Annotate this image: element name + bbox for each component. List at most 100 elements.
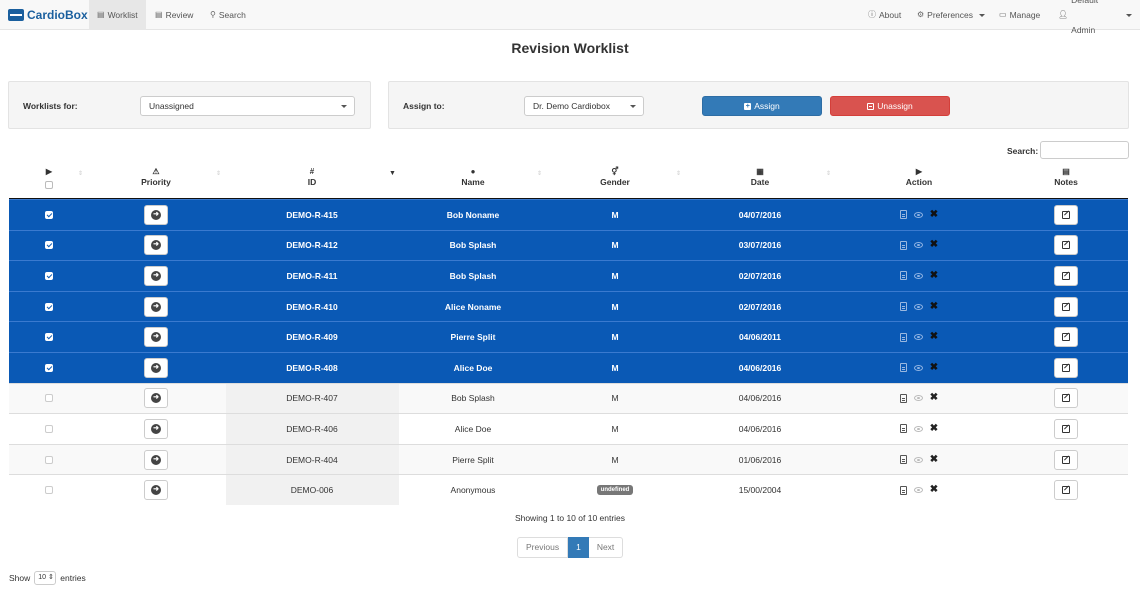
priority-button[interactable]: ➜ [144, 449, 168, 470]
row-checkbox[interactable] [45, 302, 53, 311]
eye-icon[interactable] [913, 395, 923, 402]
table-row[interactable]: ➜ DEMO-R-409 Pierre Split M 04/06/2011 ✖ [9, 321, 1128, 352]
eye-icon[interactable] [913, 364, 923, 371]
edit-note-button[interactable] [1054, 480, 1078, 501]
table-row[interactable]: ➜ DEMO-006 Anonymous undefined 15/00/200… [9, 474, 1128, 505]
row-checkbox[interactable] [45, 363, 53, 372]
priority-button[interactable]: ➜ [144, 296, 168, 317]
nav-worklist[interactable]: ▤ Worklist [89, 0, 146, 30]
nav-preferences-label: Preferences [927, 10, 974, 20]
priority-button[interactable]: ➜ [144, 418, 168, 439]
report-icon[interactable] [899, 271, 907, 281]
report-icon[interactable] [899, 240, 907, 250]
eye-icon[interactable] [913, 425, 923, 432]
edit-note-button[interactable] [1054, 388, 1078, 409]
report-icon[interactable] [899, 363, 907, 373]
pagination-previous[interactable]: Previous [517, 537, 569, 558]
row-checkbox[interactable] [45, 271, 53, 280]
report-icon[interactable] [899, 424, 907, 434]
assign-to-select[interactable]: Dr. Demo Cardiobox [524, 96, 644, 116]
select-all-checkbox[interactable] [45, 181, 53, 189]
nav-search[interactable]: ⚲ Search [202, 0, 254, 30]
report-icon[interactable] [899, 210, 907, 220]
priority-button[interactable]: ➜ [144, 357, 168, 378]
eye-icon[interactable] [913, 334, 923, 341]
eye-icon[interactable] [913, 303, 923, 310]
priority-button[interactable]: ➜ [144, 204, 168, 225]
nav-preferences[interactable]: ⚙ Preferences [909, 0, 993, 30]
row-checkbox[interactable] [45, 210, 53, 219]
name-column-header[interactable]: ● Name [436, 167, 510, 187]
table-row[interactable]: ➜ DEMO-R-406 Alice Doe M 04/06/2016 ✖ [9, 413, 1128, 444]
report-icon[interactable] [899, 393, 907, 403]
edit-note-button[interactable] [1054, 296, 1078, 317]
assign-button[interactable]: + Assign [702, 96, 822, 116]
priority-button[interactable]: ➜ [144, 388, 168, 409]
report-icon[interactable] [899, 332, 907, 342]
table-row[interactable]: ➜ DEMO-R-408 Alice Doe M 04/06/2016 ✖ [9, 351, 1128, 383]
eye-icon[interactable] [913, 242, 923, 249]
table-body: ➜ DEMO-R-415 Bob Noname M 04/07/2016 ✖ ➜… [9, 199, 1128, 505]
edit-note-button[interactable] [1054, 418, 1078, 439]
priority-button[interactable]: ➜ [144, 327, 168, 348]
row-checkbox[interactable] [45, 241, 53, 250]
priority-button[interactable]: ➜ [144, 480, 168, 501]
id-column-header[interactable]: # ID [275, 167, 349, 187]
edit-note-button[interactable] [1054, 204, 1078, 225]
report-icon[interactable] [899, 485, 907, 495]
pagination-page-1[interactable]: 1 [568, 537, 589, 558]
close-icon[interactable]: ✖ [930, 393, 938, 403]
pagination-next[interactable]: Next [588, 537, 624, 558]
close-icon[interactable]: ✖ [930, 209, 938, 220]
table-row[interactable]: ➜ DEMO-R-412 Bob Splash M 03/07/2016 ✖ [9, 229, 1128, 261]
priority-column-header[interactable]: ⚠ Priority [119, 167, 193, 187]
report-icon[interactable] [899, 302, 907, 312]
priority-button[interactable]: ➜ [144, 235, 168, 256]
edit-note-button[interactable] [1054, 235, 1078, 256]
eye-icon[interactable] [913, 487, 923, 494]
nav-review[interactable]: ▤ Review [147, 0, 201, 30]
search-input[interactable] [1040, 141, 1129, 159]
row-checkbox[interactable] [45, 394, 53, 403]
table-row[interactable]: ➜ DEMO-R-410 Alice Noname M 02/07/2016 ✖ [9, 290, 1128, 322]
close-icon[interactable]: ✖ [930, 362, 938, 373]
arrow-right-circle-icon: ➜ [151, 362, 161, 373]
nav-user-menu[interactable]: 👤︎ Default Admin [1050, 0, 1140, 35]
list-icon: ▭ [999, 10, 1007, 19]
gender-column-header[interactable]: ⚥ Gender [578, 167, 652, 187]
row-checkbox[interactable] [45, 455, 53, 464]
eye-icon[interactable] [913, 272, 923, 279]
unassign-button[interactable]: Unassign [830, 96, 950, 116]
nav-manage[interactable]: ▭ Manage [991, 0, 1048, 30]
eye-icon[interactable] [913, 456, 923, 463]
table-row[interactable]: ➜ DEMO-R-407 Bob Splash M 04/06/2016 ✖ [9, 382, 1128, 414]
row-checkbox[interactable] [45, 333, 53, 342]
table-row[interactable]: ➜ DEMO-R-411 Bob Splash M 02/07/2016 ✖ [9, 260, 1128, 291]
nav-about[interactable]: ⓘ About [860, 0, 909, 30]
close-icon[interactable]: ✖ [930, 270, 938, 281]
select-column-header[interactable]: ▶ [42, 167, 56, 177]
close-icon[interactable]: ✖ [930, 454, 938, 465]
edit-note-button[interactable] [1054, 449, 1078, 470]
row-checkbox[interactable] [45, 424, 53, 433]
table-row[interactable]: ➜ DEMO-R-404 Pierre Split M 01/06/2016 ✖ [9, 443, 1128, 475]
close-icon[interactable]: ✖ [930, 332, 938, 342]
close-icon[interactable]: ✖ [930, 240, 938, 250]
row-checkbox[interactable] [45, 486, 53, 495]
brand-logo[interactable]: CardioBox [8, 8, 88, 22]
page-length-select[interactable]: 10 ⇕ [34, 571, 57, 585]
worklists-for-select[interactable]: Unassigned [140, 96, 355, 116]
edit-note-button[interactable] [1054, 357, 1078, 378]
table-row[interactable]: ➜ DEMO-R-415 Bob Noname M 04/07/2016 ✖ [9, 199, 1128, 230]
eye-icon[interactable] [913, 211, 923, 218]
edit-note-button[interactable] [1054, 265, 1078, 286]
notes-cell [1029, 322, 1103, 352]
action-cell: ✖ [879, 353, 959, 383]
date-column-header[interactable]: ▦ Date [723, 167, 797, 187]
close-icon[interactable]: ✖ [930, 485, 938, 495]
close-icon[interactable]: ✖ [930, 423, 938, 434]
close-icon[interactable]: ✖ [930, 301, 938, 312]
priority-button[interactable]: ➜ [144, 265, 168, 286]
report-icon[interactable] [899, 455, 907, 465]
edit-note-button[interactable] [1054, 327, 1078, 348]
